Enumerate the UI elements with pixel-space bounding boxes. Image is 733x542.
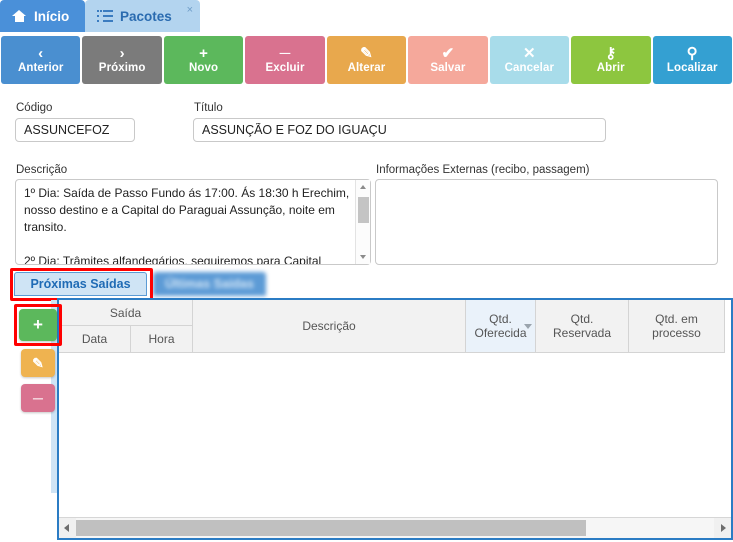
scroll-thumb-horizontal[interactable] [76, 520, 587, 536]
scroll-thumb[interactable] [358, 197, 369, 223]
tab-inicio[interactable]: Início [0, 0, 85, 32]
toolbar-button-cancelar[interactable]: ✕ Cancelar [489, 36, 570, 84]
grid-header-qtd-reservada[interactable]: Qtd. Reservada [536, 300, 629, 353]
grid-group-header-saida: Saída [59, 300, 193, 326]
toolbar-button-excluir[interactable]: ─ Excluir [245, 36, 325, 84]
chevron-left-icon: ‹ [38, 44, 44, 62]
grid-header-descricao[interactable]: Descrição [193, 300, 466, 353]
grid-remove-button[interactable]: ─ [21, 384, 55, 412]
tab-proximas-saidas-label: Próximas Saídas [30, 277, 131, 291]
plus-icon: + [33, 315, 43, 334]
titulo-label: Título [194, 102, 223, 114]
check-icon: ✔ [441, 44, 455, 62]
grid-header-qtd-oferecida-label: Qtd. Oferecida [474, 312, 527, 340]
tab-ultimas-saidas-label: Últimas Saídas [165, 277, 254, 291]
toolbar-button-proximo-label: Próximo [98, 61, 146, 74]
grid-header-qtd-em-processo[interactable]: Qtd. em processo [629, 300, 725, 353]
departures-grid: Saída Descrição Qtd. Oferecida Qtd. Rese… [57, 298, 733, 540]
descricao-vertical-scrollbar[interactable] [355, 180, 370, 264]
minus-icon: ─ [279, 44, 291, 62]
grid-add-button[interactable]: + [19, 309, 57, 341]
grid-body[interactable] [59, 353, 731, 517]
home-icon [12, 9, 27, 23]
toolbar-button-anterior-label: Anterior [17, 61, 64, 74]
toolbar-button-cancelar-label: Cancelar [504, 61, 555, 74]
grid-header-qtd-oferecida[interactable]: Qtd. Oferecida [466, 300, 536, 353]
search-icon: ⚲ [686, 44, 698, 62]
toolbar-button-alterar-label: Alterar [347, 61, 386, 74]
scroll-up-arrow-icon[interactable] [356, 180, 371, 194]
scroll-left-arrow-icon[interactable] [59, 518, 76, 538]
descricao-textarea[interactable]: 1º Dia: Saída de Passo Fundo ás 17:00. Á… [15, 179, 371, 265]
toolbar-button-alterar[interactable]: ✎ Alterar [326, 36, 407, 84]
list-icon [97, 10, 113, 22]
informacoes-externas-label: Informações Externas (recibo, passagem) [376, 164, 590, 176]
toolbar-button-anterior[interactable]: ‹ Anterior [1, 36, 81, 84]
informacoes-externas-textarea[interactable] [375, 179, 718, 265]
toolbar-button-salvar-label: Salvar [430, 61, 466, 74]
pencil-edit-icon: ✎ [32, 354, 44, 371]
toolbar-button-excluir-label: Excluir [265, 61, 305, 74]
tab-ultimas-saidas[interactable]: Últimas Saídas [153, 272, 266, 296]
toolbar-button-abrir-label: Abrir [596, 61, 625, 74]
window-tab-bar: Início Pacotes × [0, 0, 733, 32]
grid-horizontal-scrollbar[interactable] [59, 517, 731, 538]
close-icon[interactable]: × [187, 4, 193, 16]
toolbar-button-localizar-label: Localizar [666, 61, 718, 74]
toolbar-button-abrir[interactable]: ⚷ Abrir [571, 36, 651, 84]
sort-caret-down-icon[interactable] [524, 324, 532, 329]
pencil-edit-icon: ✎ [360, 44, 373, 62]
grid-edit-button[interactable]: ✎ [21, 349, 55, 377]
toolbar-button-proximo[interactable]: › Próximo [82, 36, 162, 84]
close-x-icon: ✕ [523, 44, 536, 62]
toolbar-button-novo-label: Novo [189, 61, 219, 74]
plus-icon: + [199, 44, 209, 62]
minus-icon: ─ [33, 390, 43, 406]
main-toolbar: ‹ Anterior › Próximo + Novo ─ Excluir ✎ … [0, 32, 733, 87]
tab-inicio-label: Início [34, 8, 70, 24]
scroll-right-arrow-icon[interactable] [714, 518, 731, 538]
grid-header-data[interactable]: Data [59, 326, 131, 353]
toolbar-button-novo[interactable]: + Novo [163, 36, 244, 84]
titulo-input[interactable] [193, 118, 606, 142]
codigo-input[interactable] [15, 118, 135, 142]
scroll-down-arrow-icon[interactable] [356, 250, 371, 264]
chevron-right-icon: › [119, 44, 125, 62]
toolbar-button-salvar[interactable]: ✔ Salvar [408, 36, 488, 84]
codigo-label: Código [16, 102, 53, 114]
tab-pacotes[interactable]: Pacotes × [85, 0, 200, 32]
toolbar-button-localizar[interactable]: ⚲ Localizar [652, 36, 732, 84]
grid-header-hora[interactable]: Hora [131, 326, 193, 353]
key-icon: ⚷ [605, 44, 617, 62]
application-window: Início Pacotes × ‹ Anterior › Próximo + … [0, 0, 733, 542]
tab-proximas-saidas[interactable]: Próximas Saídas [14, 272, 147, 296]
tab-pacotes-label: Pacotes [120, 8, 172, 24]
descricao-label: Descrição [16, 164, 68, 176]
scroll-track[interactable] [76, 518, 714, 538]
